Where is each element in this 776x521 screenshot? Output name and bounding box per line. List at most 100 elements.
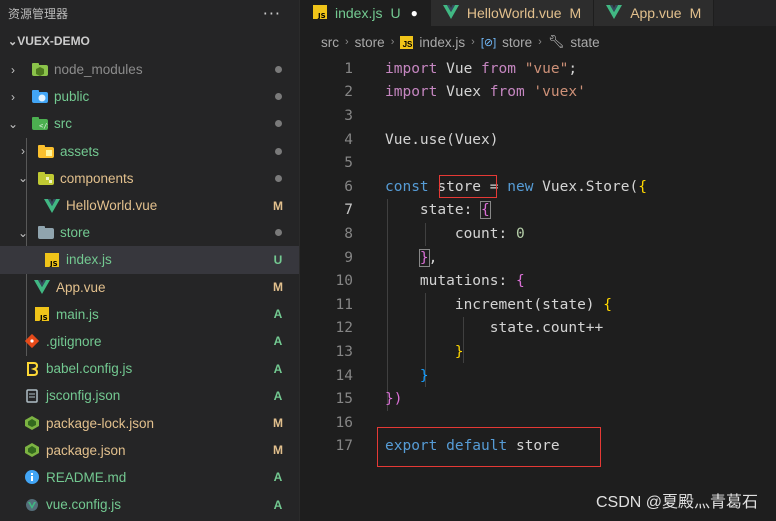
- code-token: increment: [454, 296, 534, 313]
- babel-file-icon: [24, 361, 40, 376]
- store-folder-icon: [38, 226, 54, 240]
- breadcrumb-item[interactable]: index.js: [419, 35, 465, 50]
- js-file-icon: JS: [44, 252, 60, 267]
- chevron-right-icon: ›: [11, 62, 15, 77]
- line-number: 12: [335, 320, 353, 337]
- tree-item-package-lock[interactable]: package-lock.json M: [0, 409, 299, 436]
- breadcrumb-item[interactable]: state: [570, 35, 599, 50]
- watermark: CSDN @夏殿灬青葛石: [595, 494, 758, 511]
- code-token: import: [385, 84, 438, 101]
- chevron-down-icon: ⌄: [17, 171, 29, 186]
- status-dot: [275, 174, 282, 182]
- tree-item-public[interactable]: › public: [0, 83, 299, 110]
- tree-item-label: vue.config.js: [46, 497, 122, 513]
- project-root[interactable]: ⌄ VUEX-DEMO: [0, 26, 299, 56]
- tree-item-node-modules[interactable]: › node_modules: [0, 56, 299, 83]
- chevron-down-icon: ⌄: [17, 225, 29, 240]
- vue-file-icon: [34, 280, 50, 295]
- tab-index-js[interactable]: JS index.js U ●: [301, 0, 431, 26]
- unsaved-dot-icon[interactable]: ●: [411, 6, 418, 20]
- explorer-header: 资源管理器 ···: [0, 0, 299, 26]
- tree-item-label: .gitignore: [46, 333, 102, 349]
- tree-item-label: components: [60, 170, 134, 186]
- file-tree: › node_modules › public ⌄ </> src › a: [0, 56, 299, 518]
- line-number: 15: [335, 391, 353, 408]
- tree-item-package-json[interactable]: package.json M: [0, 437, 299, 464]
- tree-item-label: main.js: [56, 306, 99, 322]
- code-token: }: [419, 367, 429, 384]
- annotation-box-store: [439, 175, 497, 198]
- tree-item-label: package-lock.json: [46, 415, 155, 431]
- tree-item-store[interactable]: ⌄ store: [0, 219, 299, 246]
- chevron-down-icon: ⌄: [7, 116, 19, 131]
- tree-item-readme[interactable]: README.md A: [0, 464, 299, 491]
- line-number: 6: [344, 178, 353, 195]
- tree-item-app-vue[interactable]: App.vue M: [0, 274, 299, 301]
- tree-item-label: package.json: [46, 442, 126, 458]
- variable-icon: [⊘]: [480, 36, 497, 49]
- node-folder-icon: [32, 63, 48, 77]
- code-line: 14 }: [301, 364, 776, 388]
- chevron-down-icon: ⌄: [8, 35, 18, 48]
- code-token: {: [480, 201, 491, 220]
- code-token: {: [638, 178, 647, 195]
- code-line: 6 const store = new Vuex.Store({: [301, 175, 776, 199]
- git-status-badge: U: [273, 252, 283, 267]
- git-status-badge: M: [273, 198, 283, 213]
- tree-item-src[interactable]: ⌄ </> src: [0, 110, 299, 137]
- npm-file-icon: [24, 416, 40, 431]
- tree-item-main-js[interactable]: JS main.js A: [0, 301, 299, 328]
- git-status-badge: M: [273, 416, 283, 431]
- components-folder-icon: [38, 171, 54, 185]
- tree-item-jsconfig[interactable]: jsconfig.json A: [0, 382, 299, 409]
- code-token: Vuex: [437, 84, 490, 101]
- tree-item-components[interactable]: ⌄ components: [0, 165, 299, 192]
- code-token: ;: [568, 60, 578, 77]
- tree-item-label: jsconfig.json: [46, 388, 121, 404]
- code-token: "vue": [515, 60, 569, 77]
- code-line: 1 import Vue from "vue";: [301, 57, 776, 81]
- vue-file-icon: [442, 4, 459, 22]
- chevron-right-icon: ›: [21, 144, 25, 159]
- src-folder-icon: </>: [32, 117, 48, 131]
- breadcrumb-item[interactable]: store: [355, 35, 385, 50]
- explorer-title: 资源管理器: [8, 6, 69, 21]
- tree-item-vue-config[interactable]: vue.config.js A: [0, 491, 299, 518]
- tree-item-label: babel.config.js: [46, 361, 133, 377]
- code-line: 9 },: [301, 246, 776, 270]
- line-number: 9: [344, 249, 353, 266]
- line-number: 14: [335, 367, 353, 384]
- explorer-sidebar: 资源管理器 ··· ⌄ VUEX-DEMO › node_modules › p…: [0, 0, 300, 521]
- vue-config-icon: [24, 498, 40, 512]
- breadcrumb-item[interactable]: src: [321, 35, 339, 50]
- tree-item-gitignore[interactable]: .gitignore A: [0, 328, 299, 355]
- tab-label: App.vue: [630, 5, 682, 21]
- status-dot: [275, 66, 282, 74]
- tab-helloworld-vue[interactable]: HelloWorld.vue M: [430, 0, 595, 26]
- git-status-badge: A: [273, 307, 283, 322]
- tree-item-babel-config[interactable]: babel.config.js A: [0, 355, 299, 382]
- tree-item-index-js[interactable]: JS index.js U: [0, 246, 299, 274]
- svg-text:JS: JS: [39, 314, 48, 321]
- line-number: 10: [335, 273, 353, 290]
- tab-app-vue[interactable]: App.vue M: [594, 0, 715, 26]
- line-number: 2: [344, 84, 353, 101]
- annotation-box-export: [377, 427, 601, 467]
- tree-item-label: README.md: [46, 469, 127, 485]
- more-actions-icon[interactable]: ···: [263, 4, 281, 23]
- code-token: 0: [515, 225, 525, 242]
- tree-item-helloworld-vue[interactable]: HelloWorld.vue M: [0, 192, 299, 219]
- tab-bar: JS index.js U ● HelloWorld.vue M App.vue…: [301, 0, 776, 26]
- code-line: 11 increment (state) {: [301, 293, 776, 317]
- svg-text:</>: </>: [39, 122, 48, 130]
- code-line: 7 state: {: [301, 199, 776, 223]
- code-token: new: [498, 178, 534, 195]
- tree-item-assets[interactable]: › assets: [0, 138, 299, 165]
- tree-item-label: index.js: [66, 252, 112, 268]
- js-file-icon: JS: [400, 35, 414, 49]
- code-editor[interactable]: 1 import Vue from "vue"; 2 import Vuex fro…: [301, 57, 776, 467]
- tree-item-label: src: [54, 116, 72, 132]
- editor-area: JS index.js U ● HelloWorld.vue M App.vue…: [301, 0, 776, 521]
- breadcrumb-item[interactable]: store: [502, 35, 532, 50]
- code-token: Vuex.Store(: [533, 178, 639, 195]
